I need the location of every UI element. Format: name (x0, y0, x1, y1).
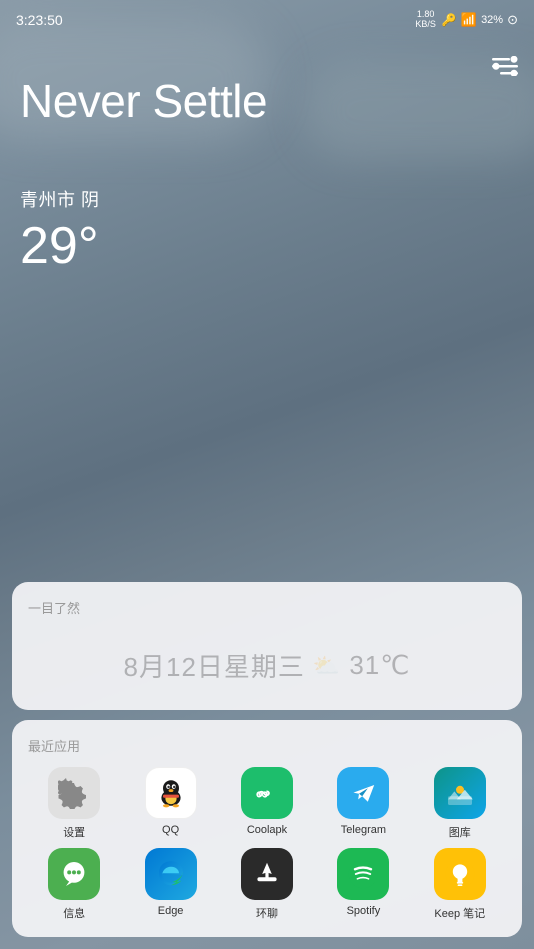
glance-temp: 31℃ (349, 650, 410, 681)
app-item-messages[interactable]: 信息 (28, 848, 120, 921)
coolapk-icon: ∞ ∾ (251, 777, 283, 809)
glance-date-text: 8月12日星期三 (124, 647, 305, 684)
app-label-spotify: Spotify (347, 905, 381, 917)
status-time: 3:23:50 (16, 12, 63, 28)
app-item-spotify[interactable]: Spotify (317, 848, 409, 921)
app-icon-settings (48, 767, 100, 819)
app-item-settings[interactable]: 设置 (28, 767, 120, 840)
spotify-icon (347, 858, 379, 890)
app-item-gallery[interactable]: 图库 (414, 767, 506, 840)
apps-grid: 设置 (28, 767, 506, 921)
app-label-gallery: 图库 (449, 824, 471, 840)
key-icon: 🔑 (442, 13, 457, 27)
battery-text: 32% (481, 14, 503, 26)
app-item-qq[interactable]: QQ (124, 767, 216, 840)
app-label-keep: Keep 笔记 (434, 905, 485, 921)
battery-icon: ⊙ (507, 12, 518, 28)
qq-icon (155, 777, 187, 809)
app-label-messages: 信息 (63, 905, 85, 921)
recent-apps-widget: 最近应用 设置 (12, 720, 522, 937)
app-label-edge: Edge (158, 905, 184, 917)
app-item-coolapk[interactable]: ∞ ∾ Coolapk (221, 767, 313, 840)
app-icon-telegram (337, 767, 389, 819)
app-icon-keep (434, 848, 486, 900)
app-icon-huanjie (241, 848, 293, 900)
app-label-qq: QQ (162, 824, 179, 836)
network-speed: 1.80 KB/S (415, 10, 436, 30)
app-icon-coolapk: ∞ ∾ (241, 767, 293, 819)
signal-icon: 📶 (461, 12, 477, 28)
app-icon-spotify (337, 848, 389, 900)
sliders-icon (492, 56, 518, 76)
weather-info: 青州市 阴 29° (20, 186, 514, 276)
app-label-telegram: Telegram (341, 824, 386, 836)
app-item-huanjie[interactable]: 环聊 (221, 848, 313, 921)
huanjie-icon (251, 858, 283, 890)
weather-temperature: 29° (20, 216, 514, 276)
widgets-container: 一目了然 8月12日星期三 ⛅ 31℃ 最近应用 设置 (0, 582, 534, 949)
edge-icon (155, 858, 187, 890)
status-icons: 1.80 KB/S 🔑 📶 32% ⊙ (415, 10, 518, 30)
app-icon-edge (145, 848, 197, 900)
glance-widget: 一目了然 8月12日星期三 ⛅ 31℃ (12, 582, 522, 710)
recent-apps-title: 最近应用 (28, 736, 506, 755)
glance-date: 8月12日星期三 ⛅ 31℃ (28, 629, 506, 694)
main-content: Never Settle 青州市 阴 29° (0, 76, 534, 277)
messages-icon (58, 858, 90, 890)
app-icon-qq (145, 767, 197, 819)
app-icon-messages (48, 848, 100, 900)
status-bar: 3:23:50 1.80 KB/S 🔑 📶 32% ⊙ (0, 0, 534, 36)
app-item-telegram[interactable]: Telegram (317, 767, 409, 840)
weather-location: 青州市 阴 (20, 186, 514, 212)
gear-icon (58, 777, 90, 809)
gallery-icon (444, 777, 476, 809)
app-item-keep[interactable]: Keep 笔记 (414, 848, 506, 921)
app-label-settings: 设置 (63, 824, 85, 840)
app-item-edge[interactable]: Edge (124, 848, 216, 921)
app-icon-gallery (434, 767, 486, 819)
app-label-coolapk: Coolapk (247, 824, 287, 836)
keep-icon (444, 858, 476, 890)
cloud-icon: ⛅ (313, 653, 341, 679)
svg-text:∾: ∾ (257, 786, 270, 803)
tagline: Never Settle (20, 76, 514, 127)
app-label-huanjie: 环聊 (256, 905, 278, 921)
glance-title: 一目了然 (28, 598, 506, 617)
top-settings-button[interactable] (492, 56, 518, 82)
telegram-icon (347, 777, 379, 809)
